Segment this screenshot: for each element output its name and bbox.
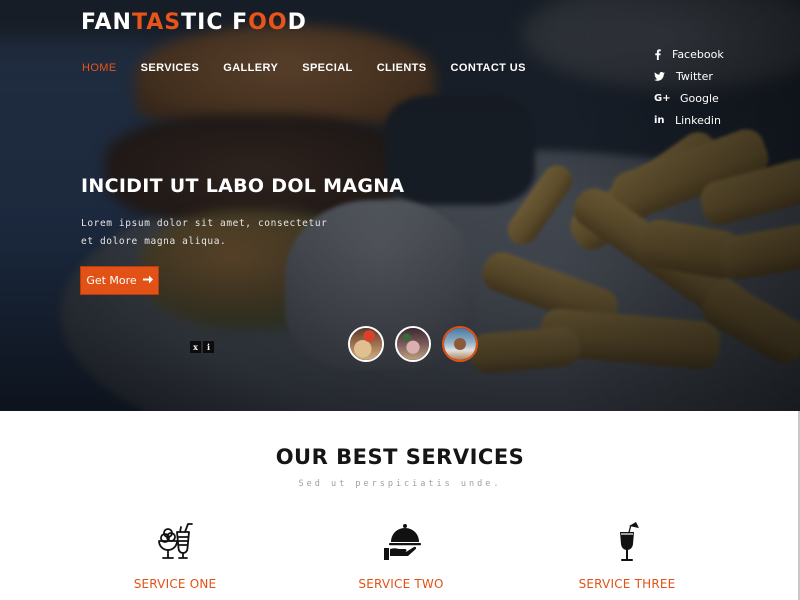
social-label: Google [680,91,719,105]
slider-next-button[interactable]: i [203,341,214,353]
facebook-icon [654,48,672,60]
social-link-twitter[interactable]: Twitter [654,65,724,87]
main-nav: HOME SERVICES GALLERY SPECIAL CLIENTS CO… [82,62,550,74]
service-name: SERVICE THREE [578,577,676,591]
service-name: SERVICE TWO [358,577,444,591]
slider-controls: x i [190,341,214,353]
arrow-right-icon [142,274,153,287]
thumbnail-2[interactable] [395,326,431,362]
social-label: Facebook [672,47,724,61]
get-more-label: Get More [86,274,137,287]
social-label: Linkedin [675,113,721,127]
site-logo[interactable]: FANTASTIC FOOD [81,10,307,35]
hero-section: FANTASTIC FOOD HOME SERVICES GALLERY SPE… [0,0,800,411]
logo-part: D [287,10,307,35]
social-link-google[interactable]: G+ Google [654,87,724,109]
logo-part-accent: OO [248,10,288,35]
nav-item-contact-us[interactable]: CONTACT US [451,62,526,74]
logo-part-accent: TAS [131,10,182,35]
nav-item-services[interactable]: SERVICES [141,62,200,74]
nav-item-special[interactable]: SPECIAL [302,62,352,74]
nav-item-gallery[interactable]: GALLERY [223,62,278,74]
cocktail-icon [620,522,639,561]
service-card-three[interactable]: SERVICE THREE [527,520,727,591]
google-plus-icon: G+ [654,92,671,104]
services-title: OUR BEST SERVICES [275,445,525,469]
hero-title: INCIDIT UT LABO DOL MAGNA [81,175,405,197]
service-card-two[interactable]: SERVICE TWO [301,520,501,591]
serving-cloche-icon [384,524,421,560]
social-label: Twitter [676,69,713,83]
logo-part: TIC F [181,10,249,35]
social-link-facebook[interactable]: Facebook [654,43,724,65]
service-card-one[interactable]: SERVICE ONE [75,520,275,591]
slider-thumbnails [348,326,478,362]
services-subtitle: Sed ut perspiciatis unde. [298,479,502,489]
thumbnail-3-active[interactable] [442,326,478,362]
service-name: SERVICE ONE [133,577,217,591]
logo-part: FAN [81,10,132,35]
social-link-linkedin[interactable]: in Linkedin [654,109,724,131]
nav-item-clients[interactable]: CLIENTS [377,62,427,74]
get-more-button[interactable]: Get More [80,266,159,295]
linkedin-icon: in [654,114,665,126]
dessert-drink-icon [158,523,193,559]
slider-prev-button[interactable]: x [190,341,201,353]
social-links: Facebook Twitter G+ Google in Linkedin [654,43,724,131]
nav-item-home[interactable]: HOME [82,62,117,74]
hero-description: Lorem ipsum dolor sit amet, consectetur … [81,218,328,247]
twitter-icon [654,71,672,81]
thumbnail-1[interactable] [348,326,384,362]
